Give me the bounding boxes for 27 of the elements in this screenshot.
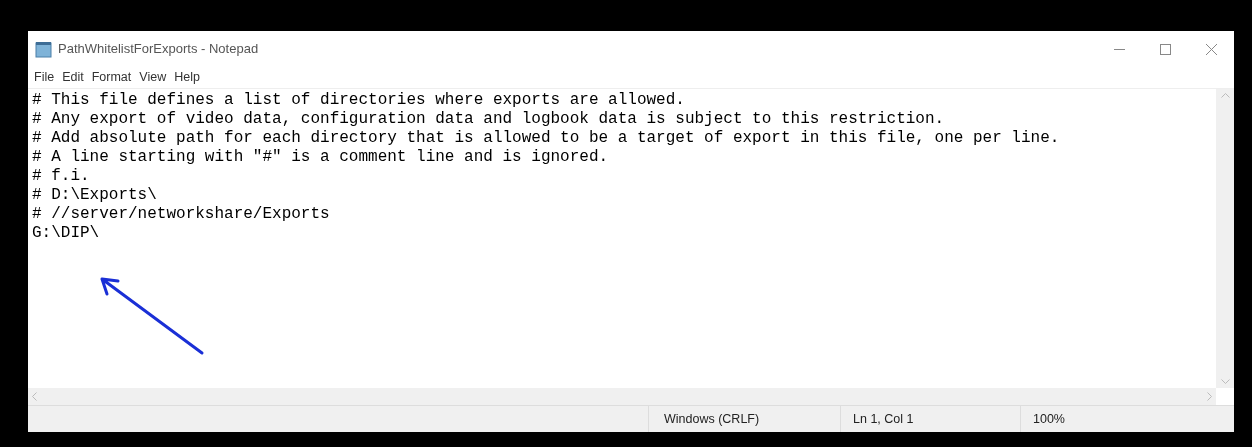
menu-item[interactable]: Format bbox=[87, 68, 136, 87]
scroll-left-icon bbox=[32, 392, 37, 401]
text-line: G:\DIP\ bbox=[32, 224, 100, 243]
notepad-icon bbox=[35, 40, 52, 58]
scroll-down-icon bbox=[1220, 379, 1230, 384]
menu-item[interactable]: Edit bbox=[58, 68, 88, 87]
text-line: # Any export of video data, configuration data and logbook data is subject to this restriction. bbox=[32, 110, 945, 129]
cursor-position-status: Ln 1, Col 1 bbox=[853, 410, 914, 428]
scroll-right-icon bbox=[1207, 392, 1212, 401]
menu-item[interactable]: View bbox=[135, 68, 171, 87]
minimize-icon bbox=[1113, 48, 1125, 50]
text-line: # This file defines a list of directories where exports are allowed. bbox=[32, 91, 685, 110]
menu-item[interactable]: File bbox=[30, 68, 59, 87]
text-line: # f.i. bbox=[32, 167, 90, 186]
text-line: # D:\Exports\ bbox=[32, 186, 157, 205]
menu-item[interactable]: Help bbox=[170, 68, 204, 87]
maximize-icon bbox=[1159, 43, 1171, 55]
zoom-status: 100% bbox=[1033, 410, 1065, 428]
horizontal-scrollbar[interactable] bbox=[28, 388, 1216, 405]
text-line: # A line starting with "#" is a comment line and is ignored. bbox=[32, 148, 609, 167]
text-line: # Add absolute path for each directory that is allowed to be a target of export in this file, one per line. bbox=[32, 129, 1060, 148]
line-ending-status: Windows (CRLF) bbox=[664, 410, 760, 428]
text-line: # //server/networkshare/Exports bbox=[32, 205, 330, 224]
vertical-scrollbar[interactable] bbox=[1216, 89, 1234, 388]
window-title: PathWhitelistForExports - Notepad bbox=[58, 40, 259, 59]
close-icon bbox=[1205, 43, 1217, 55]
scroll-up-icon bbox=[1220, 93, 1230, 98]
